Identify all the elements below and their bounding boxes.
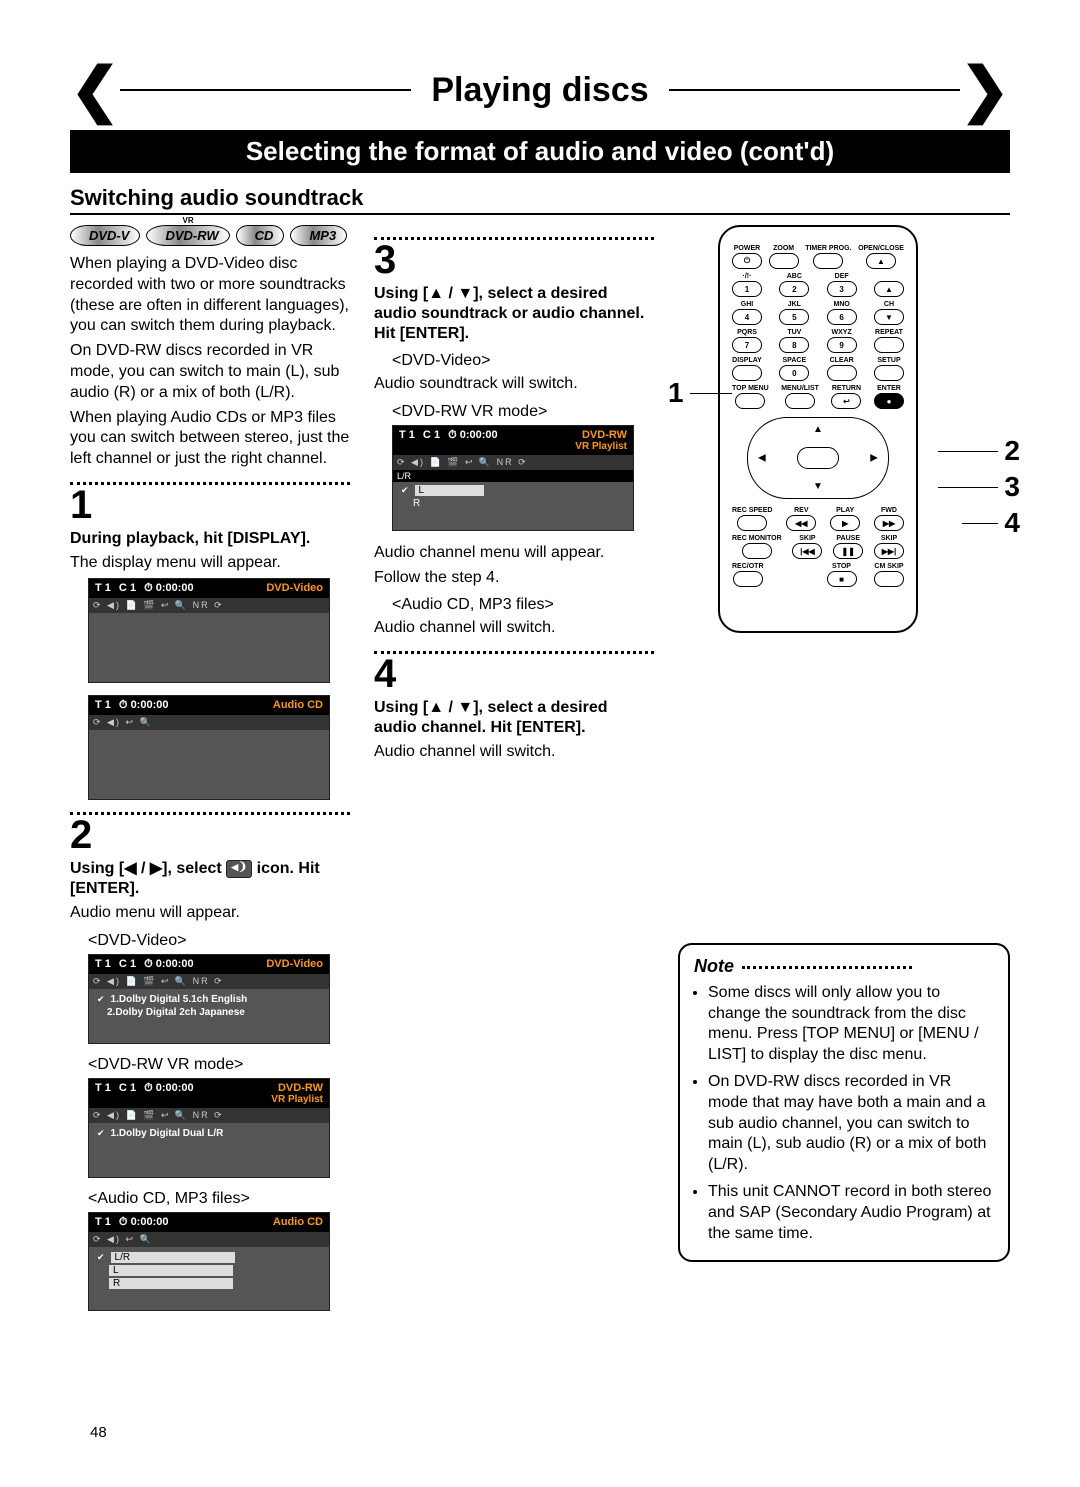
step-3-body2b: Follow the step 4. (374, 568, 654, 589)
sublabel-3-dvdrw: <DVD-RW VR mode> (392, 403, 654, 421)
step-2-body: Audio menu will appear. (70, 903, 350, 924)
step-4-heading: Using [▲ / ▼], select a desired audio ch… (374, 698, 654, 738)
step-3-num: 3 (374, 240, 654, 280)
remote-diagram: POWER⏻ ZOOM TIMER PROG. OPEN/CLOSE▲ ·/!·… (718, 225, 918, 633)
intro-p2: On DVD-RW discs recorded in VR mode, you… (70, 341, 350, 403)
step-4-num: 4 (374, 654, 654, 694)
callout-2: 2 (1004, 435, 1020, 467)
note-box: Note Some discs will only allow you to c… (678, 943, 1010, 1262)
intro-p1: When playing a DVD-Video disc recorded w… (70, 254, 350, 337)
step-3-body3: Audio channel will switch. (374, 618, 654, 639)
step-1-heading: During playback, hit [DISPLAY]. (70, 529, 350, 549)
page-title: Playing discs (411, 71, 668, 110)
sound-icon (226, 860, 252, 878)
note-item: This unit CANNOT record in both stereo a… (708, 1182, 994, 1244)
sublabel-dvdvideo: <DVD-Video> (88, 932, 350, 950)
badge-dvd-v: DVD-V (70, 225, 140, 246)
callout-1: 1 (668, 377, 684, 409)
step-3-body1: Audio soundtrack will switch. (374, 374, 654, 395)
step-1-num: 1 (70, 485, 350, 525)
osd-audio-dvdvideo: T 1 C 1 ⏱ 0:00:00 DVD-Video ⟳ ◀) 📄 🎬 ↩ 🔍… (88, 954, 330, 1044)
right-bracket-icon: ❯ (960, 60, 1010, 120)
badge-cd: CD (236, 225, 285, 246)
sublabel-audiocd: <Audio CD, MP3 files> (88, 1190, 350, 1208)
step-4-body: Audio channel will switch. (374, 742, 654, 763)
title-bar: ❮ Playing discs ❯ (70, 60, 1010, 120)
osd-channel-dvdrw: T 1 C 1 ⏱ 0:00:00 DVD-RW VR Playlist ⟳ ◀… (392, 425, 634, 531)
page-number: 48 (90, 1424, 107, 1441)
section-heading: Switching audio soundtrack (70, 185, 1010, 215)
badge-mp3: MP3 (290, 225, 347, 246)
format-badges: DVD-V VR DVD-RW CD MP3 (70, 225, 350, 246)
subtitle: Selecting the format of audio and video … (70, 130, 1010, 173)
step-1-body: The display menu will appear. (70, 553, 350, 574)
osd-display-dvdvideo: T 1 C 1 ⏱ 0:00:00 DVD-Video ⟳ ◀) 📄 🎬 ↩ 🔍… (88, 578, 330, 683)
sublabel-3-dvdvideo: <DVD-Video> (392, 352, 654, 370)
osd-display-audiocd: T 1 ⏱ 0:00:00 Audio CD ⟳ ◀) ↩ 🔍 (88, 695, 330, 800)
step-3-heading: Using [▲ / ▼], select a desired audio so… (374, 284, 654, 344)
note-list: Some discs will only allow you to change… (694, 983, 994, 1245)
step-3-body2a: Audio channel menu will appear. (374, 543, 654, 564)
sublabel-dvdrw: <DVD-RW VR mode> (88, 1056, 350, 1074)
note-item: Some discs will only allow you to change… (708, 983, 994, 1066)
dpad: ▲ ▼ ◀ ▶ (747, 417, 889, 499)
left-bracket-icon: ❮ (70, 60, 120, 120)
callout-4: 4 (1004, 507, 1020, 539)
step-2-num: 2 (70, 815, 350, 855)
note-item: On DVD-RW discs recorded in VR mode that… (708, 1072, 994, 1176)
step-2-heading: Using [◀ / ▶], select icon. Hit [ENTER]. (70, 859, 350, 899)
callout-3: 3 (1004, 471, 1020, 503)
osd-audio-dvdrw: T 1 C 1 ⏱ 0:00:00 DVD-RW VR Playlist ⟳ ◀… (88, 1078, 330, 1178)
badge-dvd-rw: DVD-RW (146, 225, 229, 246)
sublabel-3-audiocd: <Audio CD, MP3 files> (392, 596, 654, 614)
intro-p3: When playing Audio CDs or MP3 files you … (70, 408, 350, 470)
osd-audio-audiocd: T 1 ⏱ 0:00:00 Audio CD ⟳ ◀) ↩ 🔍 L/R L R (88, 1212, 330, 1311)
note-title: Note (694, 955, 734, 978)
